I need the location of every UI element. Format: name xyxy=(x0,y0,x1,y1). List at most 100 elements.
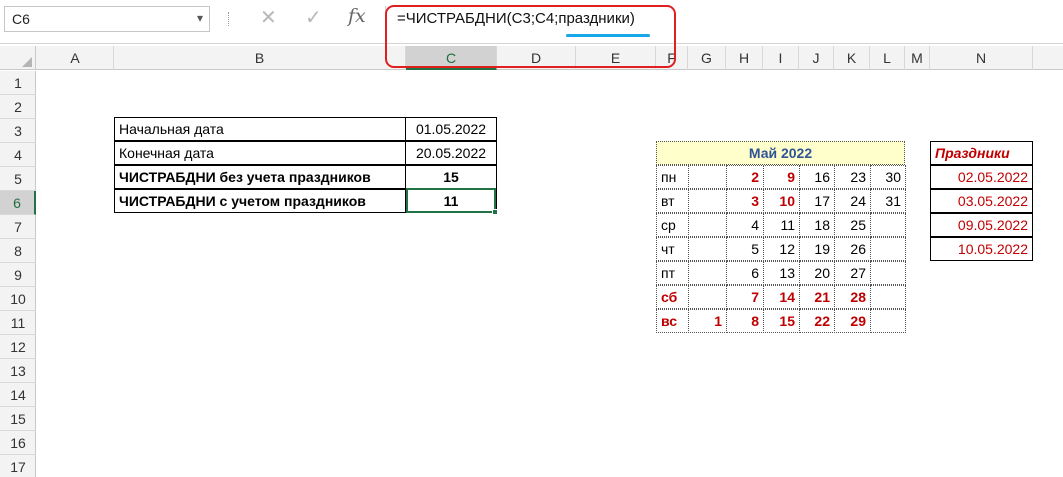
holiday-date-cell[interactable]: 02.05.2022 xyxy=(930,165,1033,189)
calendar-date-cell[interactable]: 27 xyxy=(834,261,871,285)
calendar-date-cell[interactable] xyxy=(688,261,727,285)
calendar-date-cell[interactable] xyxy=(870,285,906,309)
row-header-10[interactable]: 10 xyxy=(0,287,36,311)
holiday-date-cell[interactable]: 09.05.2022 xyxy=(930,213,1033,237)
select-all-triangle-icon xyxy=(22,57,32,67)
start-date-value[interactable]: 01.05.2022 xyxy=(405,117,497,141)
calendar-date-cell[interactable]: 25 xyxy=(834,213,871,237)
start-date-label[interactable]: Начальная дата xyxy=(114,117,406,141)
calendar-date-cell[interactable]: 7 xyxy=(726,285,764,309)
cancel-icon[interactable]: ✕ xyxy=(260,5,277,30)
row-header-4[interactable]: 4 xyxy=(0,143,36,167)
calendar-day-name[interactable]: ср xyxy=(656,213,689,237)
calendar-date-cell[interactable] xyxy=(688,237,727,261)
column-header-g[interactable]: G xyxy=(688,46,726,70)
chevron-down-icon[interactable]: ▾ xyxy=(197,11,203,25)
calendar-day-name[interactable]: вт xyxy=(656,189,689,213)
calendar-date-cell[interactable]: 14 xyxy=(763,285,800,309)
calendar-date-cell[interactable]: 18 xyxy=(799,213,835,237)
calendar-date-cell[interactable]: 6 xyxy=(726,261,764,285)
calendar-date-cell[interactable]: 26 xyxy=(834,237,871,261)
holidays-header[interactable]: Праздники xyxy=(930,141,1033,165)
calendar-date-cell[interactable] xyxy=(870,309,906,333)
calendar-date-cell[interactable]: 4 xyxy=(726,213,764,237)
holiday-date-cell[interactable]: 03.05.2022 xyxy=(930,189,1033,213)
calendar-date-cell[interactable] xyxy=(870,237,906,261)
calendar-date-cell[interactable] xyxy=(870,261,906,285)
calendar-day-name[interactable]: чт xyxy=(656,237,689,261)
column-header-a[interactable]: A xyxy=(37,46,114,70)
calendar-date-cell[interactable] xyxy=(688,285,727,309)
calendar-date-cell[interactable]: 9 xyxy=(763,165,800,189)
calendar-date-cell[interactable]: 24 xyxy=(834,189,871,213)
calendar-date-cell[interactable] xyxy=(688,165,727,189)
column-header-h[interactable]: H xyxy=(726,46,763,70)
row-header-12[interactable]: 12 xyxy=(0,335,36,359)
holiday-date-cell[interactable]: 10.05.2022 xyxy=(930,237,1033,261)
select-all-corner[interactable] xyxy=(0,46,36,70)
calendar-day-name[interactable]: пт xyxy=(656,261,689,285)
row-header-6[interactable]: 6 xyxy=(0,191,36,215)
calendar-date-cell[interactable]: 23 xyxy=(834,165,871,189)
calendar-date-cell[interactable]: 22 xyxy=(799,309,835,333)
row-header-2[interactable]: 2 xyxy=(0,95,36,119)
calendar-title[interactable]: Май 2022 xyxy=(656,141,905,165)
insert-function-icon[interactable]: fx xyxy=(348,5,366,27)
row-header-1[interactable]: 1 xyxy=(0,71,36,95)
calendar-date-cell[interactable]: 30 xyxy=(870,165,906,189)
column-header-k[interactable]: K xyxy=(834,46,870,70)
calendar-date-cell[interactable]: 17 xyxy=(799,189,835,213)
end-date-value[interactable]: 20.05.2022 xyxy=(405,141,497,165)
row-header-15[interactable]: 15 xyxy=(0,407,36,431)
calendar-date-cell[interactable] xyxy=(688,189,727,213)
row-header-14[interactable]: 14 xyxy=(0,383,36,407)
calendar-date-cell[interactable]: 12 xyxy=(763,237,800,261)
workdays-without-holidays-value[interactable]: 15 xyxy=(405,165,497,189)
calendar-date-cell[interactable]: 11 xyxy=(763,213,800,237)
workdays-with-holidays-label[interactable]: ЧИСТРАБДНИ с учетом праздников xyxy=(114,189,406,213)
calendar-day-name[interactable]: пн xyxy=(656,165,689,189)
column-header-b[interactable]: B xyxy=(114,46,406,70)
calendar-date-cell[interactable]: 1 xyxy=(688,309,727,333)
calendar-date-cell[interactable]: 13 xyxy=(763,261,800,285)
column-header-l[interactable]: L xyxy=(870,46,905,70)
row-header-7[interactable]: 7 xyxy=(0,215,36,239)
calendar-date-cell[interactable]: 16 xyxy=(799,165,835,189)
calendar-day-name[interactable]: вс xyxy=(656,309,689,333)
enter-icon[interactable]: ✓ xyxy=(305,5,322,30)
calendar-date-cell[interactable]: 31 xyxy=(870,189,906,213)
calendar-date-cell[interactable]: 10 xyxy=(763,189,800,213)
calendar-date-cell[interactable]: 28 xyxy=(834,285,871,309)
row-header-9[interactable]: 9 xyxy=(0,263,36,287)
column-header-i[interactable]: I xyxy=(763,46,799,70)
row-header-16[interactable]: 16 xyxy=(0,431,36,455)
row-header-8[interactable]: 8 xyxy=(0,239,36,263)
calendar-date-cell[interactable] xyxy=(870,213,906,237)
row-header-3[interactable]: 3 xyxy=(0,119,36,143)
row-header-17[interactable]: 17 xyxy=(0,455,36,477)
calendar-date-cell[interactable]: 5 xyxy=(726,237,764,261)
name-box[interactable]: C6 ▾ xyxy=(4,6,210,32)
calendar-date-cell[interactable]: 2 xyxy=(726,165,764,189)
calendar-date-cell[interactable]: 3 xyxy=(726,189,764,213)
row-header-11[interactable]: 11 xyxy=(0,311,36,335)
calendar-date-cell[interactable]: 15 xyxy=(763,309,800,333)
end-date-label[interactable]: Конечная дата xyxy=(114,141,406,165)
row-header-13[interactable]: 13 xyxy=(0,359,36,383)
row-headers: 1 2 3 4 5 6 7 8 9 10 11 12 13 14 15 16 17 xyxy=(0,71,36,477)
calendar-date-cell[interactable]: 29 xyxy=(834,309,871,333)
calendar-day-name[interactable]: сб xyxy=(656,285,689,309)
column-header-m[interactable]: M xyxy=(905,46,930,70)
calendar-date-cell[interactable]: 8 xyxy=(726,309,764,333)
column-header-j[interactable]: J xyxy=(799,46,834,70)
calendar-date-cell[interactable]: 21 xyxy=(799,285,835,309)
column-header-n[interactable]: N xyxy=(930,46,1033,70)
row-header-5[interactable]: 5 xyxy=(0,167,36,191)
formula-bar-grip[interactable] xyxy=(228,12,230,26)
calendar-date-cell[interactable]: 19 xyxy=(799,237,835,261)
fill-handle[interactable] xyxy=(492,209,498,215)
active-cell-selection xyxy=(406,188,496,213)
calendar-date-cell[interactable] xyxy=(688,213,727,237)
workdays-without-holidays-label[interactable]: ЧИСТРАБДНИ без учета праздников xyxy=(114,165,406,189)
calendar-date-cell[interactable]: 20 xyxy=(799,261,835,285)
